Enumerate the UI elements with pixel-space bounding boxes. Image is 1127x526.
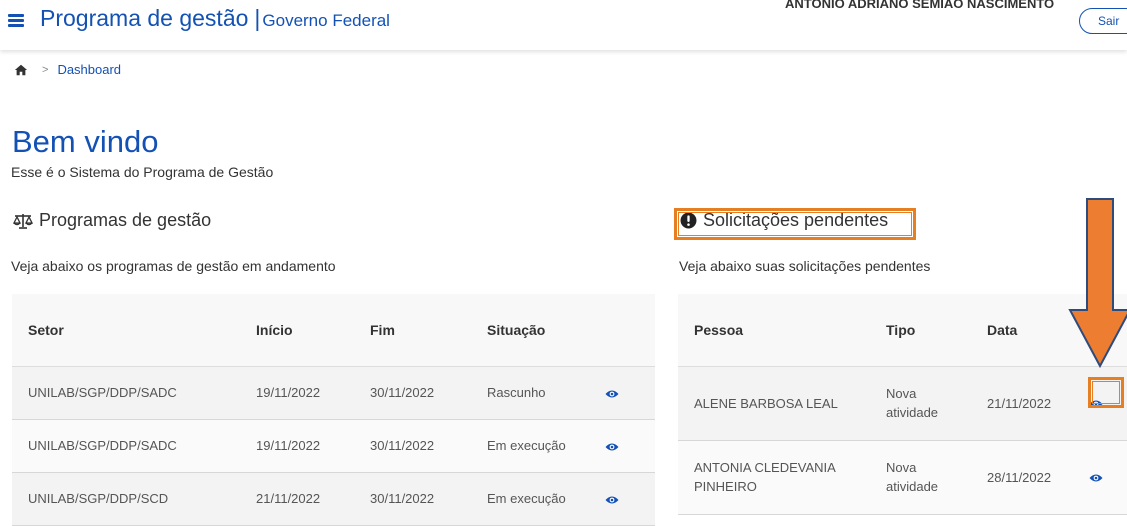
cell-situacao: Rascunho [471, 366, 589, 420]
home-icon[interactable] [14, 63, 28, 77]
cell-tipo: Nova atividade [870, 440, 971, 515]
cell-fim: 30/11/2022 [354, 472, 471, 526]
cell-data: 21/11/2022 [971, 366, 1073, 441]
column-header-setor[interactable]: Setor [12, 294, 240, 367]
table-header-row: Setor Início Fim Situação [12, 294, 655, 367]
tipo-line1: Nova [886, 386, 917, 401]
programs-table: Setor Início Fim Situação UNILAB/SGP/DDP… [12, 294, 655, 526]
table-row: UNILAB/SGP/DDP/SCD 21/11/2022 30/11/2022… [12, 472, 655, 526]
logout-button[interactable]: Sair [1079, 8, 1127, 34]
hamburger-menu-icon[interactable] [8, 13, 24, 27]
cell-tipo: Nova atividade [870, 366, 971, 441]
user-name: ANTONIO ADRIANO SEMIAO NASCIMENTO [785, 0, 1055, 11]
table-row: UNILAB/SGP/DDP/SADC 19/11/2022 30/11/202… [12, 366, 655, 420]
column-header-inicio[interactable]: Início [240, 294, 354, 367]
pessoa-name-line1: ANTONIA CLEDEVANIA [694, 460, 836, 475]
cell-actions [589, 366, 655, 420]
cell-pessoa: ALENE BARBOSA LEAL [678, 366, 870, 441]
cell-data: 28/11/2022 [971, 440, 1073, 515]
org-name: Governo Federal [262, 11, 390, 30]
annotation-arrow-down-icon [1068, 198, 1127, 368]
tipo-line2: atividade [886, 479, 939, 494]
programs-section-title: Programas de gestão [13, 210, 211, 231]
pessoa-name: ALENE BARBOSA LEAL [694, 395, 838, 411]
table-row: ALENE BARBOSA LEAL Nova atividade 21/11/2… [678, 366, 1127, 441]
programs-description: Veja abaixo os programas de gestão em an… [11, 258, 336, 274]
pending-description: Veja abaixo suas solicitações pendentes [679, 258, 931, 274]
programs-title-text: Programas de gestão [39, 210, 212, 230]
eye-icon[interactable] [1089, 473, 1103, 483]
column-header-pessoa[interactable]: Pessoa [678, 294, 870, 367]
eye-icon[interactable] [605, 389, 619, 399]
cell-setor: UNILAB/SGP/DDP/SADC [12, 419, 240, 473]
cell-situacao: Em execução [471, 472, 589, 526]
column-header-tipo[interactable]: Tipo [870, 294, 971, 367]
cell-fim: 30/11/2022 [354, 419, 471, 473]
page-title: Bem vindo [12, 124, 159, 159]
eye-icon[interactable] [605, 442, 619, 452]
annotation-eye-highlight-box [1088, 377, 1124, 408]
cell-actions [589, 419, 655, 473]
breadcrumb-separator-icon: > [42, 63, 49, 76]
title-separator: | [254, 5, 261, 31]
annotation-highlight-box [674, 208, 916, 240]
breadcrumb-dashboard[interactable]: Dashboard [57, 62, 121, 77]
cell-inicio: 21/11/2022 [240, 472, 354, 526]
cell-actions [589, 472, 655, 526]
app-title-text: Programa de gestão [40, 5, 249, 31]
cell-fim: 30/11/2022 [354, 366, 471, 420]
column-header-fim[interactable]: Fim [354, 294, 471, 367]
table-header-row: Pessoa Tipo Data [678, 294, 1127, 367]
cell-inicio: 19/11/2022 [240, 366, 354, 420]
table-row: ANTONIA CLEDEVANIA PINHEIRO Nova atividade… [678, 440, 1127, 515]
top-bar: Programa de gestão | Governo Federal ANTON… [0, 0, 1127, 50]
app-title[interactable]: Programa de gestão | Governo Federal [40, 5, 390, 32]
cell-actions [1073, 440, 1127, 515]
cell-setor: UNILAB/SGP/DDP/SCD [12, 472, 240, 526]
pending-table: Pessoa Tipo Data ALENE BARBOSA LEAL Nova… [678, 294, 1127, 515]
eye-icon[interactable] [605, 495, 619, 505]
tipo-line1: Nova [886, 460, 917, 475]
table-row: UNILAB/SGP/DDP/SADC 19/11/2022 30/11/202… [12, 419, 655, 473]
cell-inicio: 19/11/2022 [240, 419, 354, 473]
balance-scale-icon [13, 213, 33, 229]
pessoa-name-line2: PINHEIRO [694, 479, 757, 494]
column-header-actions [589, 294, 655, 367]
column-header-data[interactable]: Data [971, 294, 1073, 367]
cell-situacao: Em execução [471, 419, 589, 473]
tipo-line2: atividade [886, 405, 939, 420]
cell-pessoa: ANTONIA CLEDEVANIA PINHEIRO [678, 440, 870, 515]
page-subtitle: Esse é o Sistema do Programa de Gestão [11, 164, 274, 180]
breadcrumb: > Dashboard [14, 62, 121, 77]
column-header-situacao[interactable]: Situação [471, 294, 589, 367]
cell-setor: UNILAB/SGP/DDP/SADC [12, 366, 240, 420]
